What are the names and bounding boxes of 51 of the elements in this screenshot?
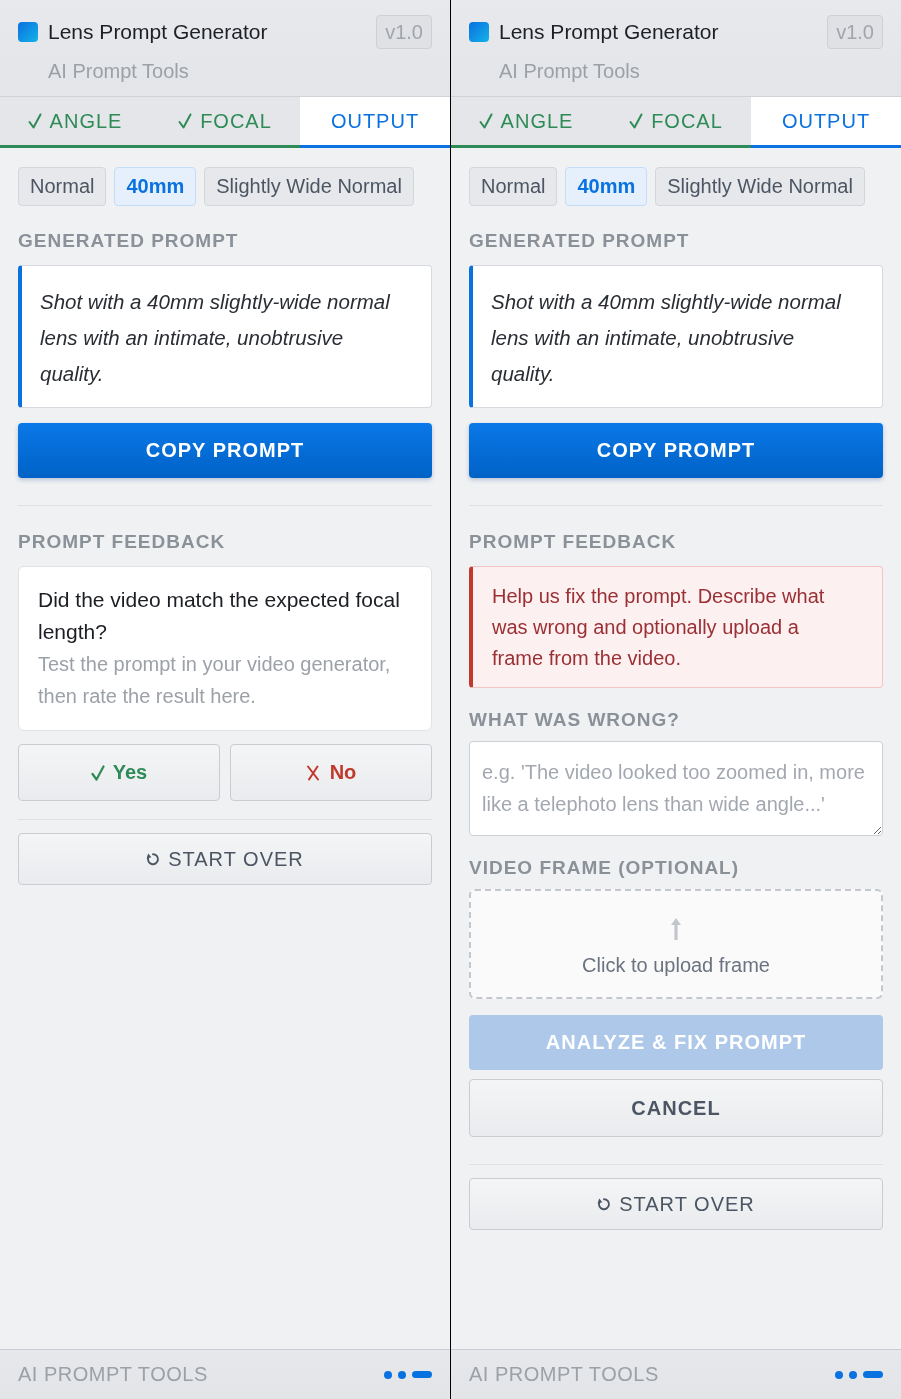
field-label: WHAT WAS WRONG? [469,708,681,732]
step-tab[interactable]: OUTPUT [300,97,450,148]
no-button[interactable]: No [230,744,432,801]
logo-icon [18,22,38,42]
upload-dropzone[interactable]: Click to upload frame [469,889,883,999]
cancel-button[interactable]: CANCEL [469,1079,883,1137]
step-tab[interactable]: ANGLE [0,97,150,148]
footer-brand: AI PROMPT TOOLS [469,1363,659,1386]
check-icon [178,113,193,129]
lens-tag: 40mm [565,167,648,206]
generated-prompt-text: Shot with a 40mm slightly-wide normal lens with an intimate, unobtrusive quality. [469,265,883,408]
section-label: PROMPT FEEDBACK [469,530,678,554]
version-badge: v1.0 [376,15,432,49]
arrow-up-icon [671,917,681,940]
feedback-textarea[interactable]: e.g. 'The video looked too zoomed in, more like a telephoto lens than wide angle...' [469,741,883,836]
copy-prompt-button[interactable]: COPY PROMPT [18,423,432,478]
yes-button[interactable]: Yes [18,744,220,801]
lens-tag: 40mm [114,167,197,206]
error-notice: Help us fix the prompt. Describe what was wrong and optionally upload a frame from the video. [469,566,883,688]
app-title: Lens Prompt Generator [48,20,268,44]
refresh-icon [597,1197,612,1211]
check-icon [478,113,493,129]
step-tab[interactable]: FOCAL [601,97,751,148]
start-over-button[interactable]: START OVER [469,1178,883,1230]
lens-tag: Slightly Wide Normal [204,167,414,206]
lens-tag: Normal [18,167,107,206]
app-subtitle: AI Prompt Tools [499,59,641,83]
footer-brand: AI PROMPT TOOLS [18,1363,208,1386]
refresh-icon [146,852,161,866]
check-icon [90,764,105,781]
x-icon [305,764,320,781]
copy-prompt-button[interactable]: COPY PROMPT [469,423,883,478]
logo-icon [469,22,489,42]
version-badge: v1.0 [827,15,883,49]
start-over-button[interactable]: START OVER [18,833,432,885]
question-text: Did the video match the expected focal length? [38,587,401,645]
check-icon [27,113,42,129]
step-tab[interactable]: FOCAL [150,97,300,148]
app-title: Lens Prompt Generator [499,20,719,44]
generated-prompt-text: Shot with a 40mm slightly-wide normal lens with an intimate, unobtrusive quality. [18,265,432,408]
section-label: GENERATED PROMPT [469,229,691,253]
section-label: PROMPT FEEDBACK [18,530,227,554]
step-tab[interactable]: OUTPUT [751,97,901,148]
section-label: GENERATED PROMPT [18,229,240,253]
check-icon [629,113,644,129]
lens-tag: Normal [469,167,558,206]
app-subtitle: AI Prompt Tools [48,59,190,83]
lens-tag: Slightly Wide Normal [655,167,865,206]
step-tab[interactable]: ANGLE [451,97,601,148]
field-label: VIDEO FRAME (OPTIONAL) [469,856,741,880]
hint-text: Test the prompt in your video generator, then rate the result here. [38,652,392,709]
